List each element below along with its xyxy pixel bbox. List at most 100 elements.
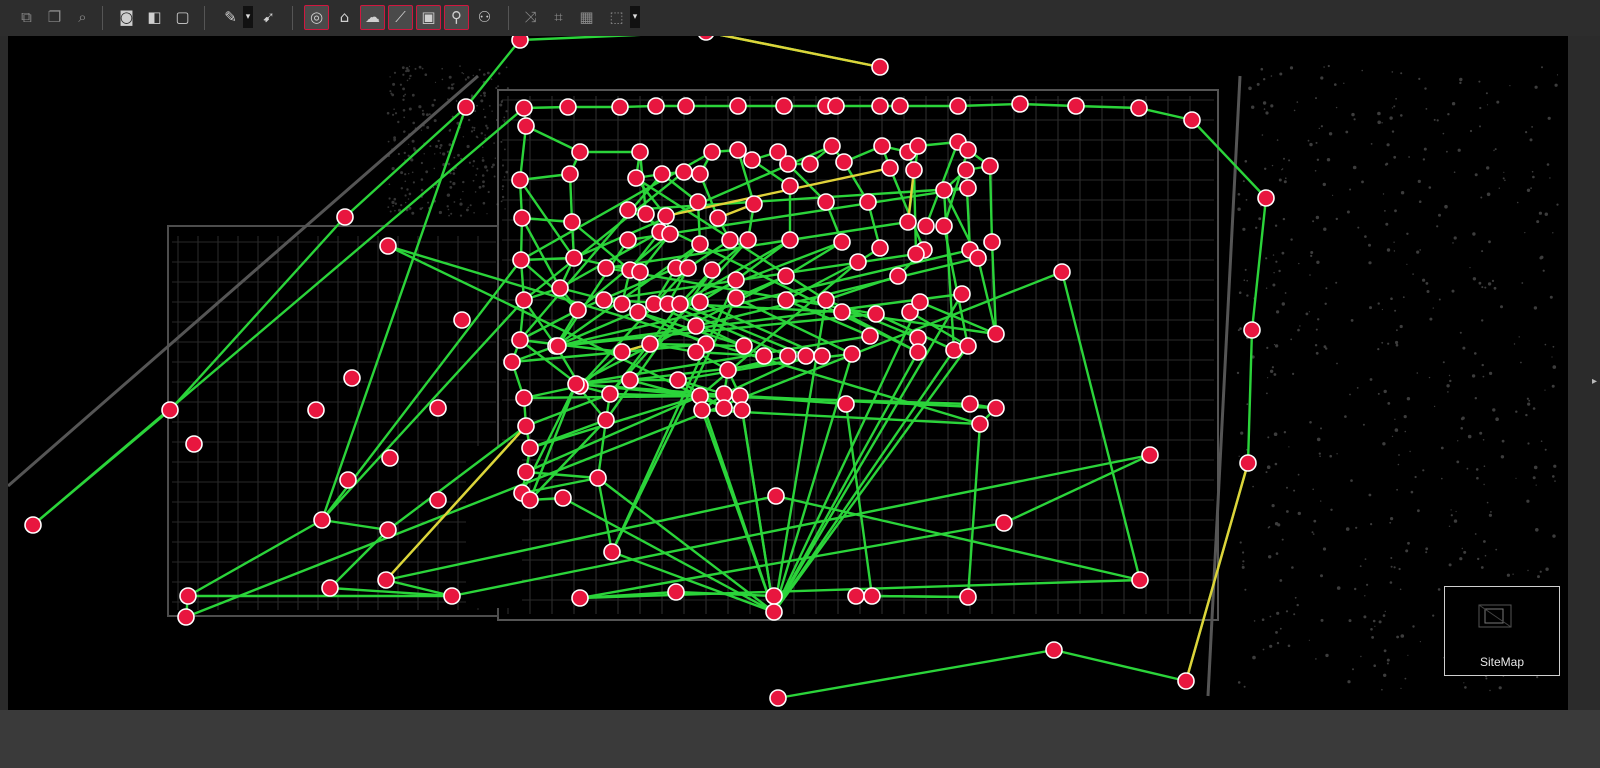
waypoint-node[interactable] [671, 295, 689, 313]
waypoint-node[interactable] [801, 155, 819, 173]
waypoint-node[interactable] [769, 689, 787, 707]
waypoint-node[interactable] [429, 399, 447, 417]
waypoint-node[interactable] [571, 143, 589, 161]
waypoint-node[interactable] [981, 157, 999, 175]
camera-button[interactable]: ◙ [114, 5, 139, 30]
waypoint-node[interactable] [551, 279, 569, 297]
waypoint-node[interactable] [1243, 321, 1261, 339]
waypoint-node[interactable] [715, 399, 733, 417]
waypoint-node[interactable] [679, 259, 697, 277]
waypoint-node[interactable] [889, 267, 907, 285]
waypoint-node[interactable] [1067, 97, 1085, 115]
waypoint-node[interactable] [503, 353, 521, 371]
waypoint-node[interactable] [935, 217, 953, 235]
selection-dropdown-caret[interactable]: ▾ [630, 6, 640, 28]
waypoint-node[interactable] [847, 587, 865, 605]
waypoint-node[interactable] [512, 251, 530, 269]
waypoint-node[interactable] [571, 589, 589, 607]
waypoint-node[interactable] [687, 343, 705, 361]
waypoint-node[interactable] [343, 369, 361, 387]
waypoint-node[interactable] [949, 97, 967, 115]
waypoint-node[interactable] [687, 317, 705, 335]
waypoint-node[interactable] [745, 195, 763, 213]
waypoint-node[interactable] [517, 417, 535, 435]
waypoint-node[interactable] [849, 253, 867, 271]
waypoint-node[interactable] [911, 293, 929, 311]
waypoint-node[interactable] [871, 97, 889, 115]
waypoint-node[interactable] [703, 143, 721, 161]
waypoint-node[interactable] [859, 193, 877, 211]
waypoint-node[interactable] [905, 161, 923, 179]
point-cloud-viewport[interactable]: SiteMap [8, 36, 1568, 710]
waypoint-node[interactable] [729, 97, 747, 115]
waypoint-node[interactable] [563, 213, 581, 231]
waypoint-node[interactable] [589, 469, 607, 487]
waypoint-node[interactable] [661, 225, 679, 243]
waypoint-node[interactable] [871, 239, 889, 257]
waypoint-node[interactable] [1131, 571, 1149, 589]
waypoint-node[interactable] [1257, 189, 1275, 207]
waypoint-node[interactable] [957, 161, 975, 179]
waypoint-node[interactable] [823, 137, 841, 155]
waypoint-node[interactable] [429, 491, 447, 509]
waypoint-node[interactable] [1141, 446, 1159, 464]
layers-button[interactable]: ❐ [42, 5, 67, 30]
waypoint-node[interactable] [177, 608, 195, 626]
waypoint-node[interactable] [627, 169, 645, 187]
waypoint-node[interactable] [735, 337, 753, 355]
waypoint-node[interactable] [561, 165, 579, 183]
waypoint-node[interactable] [907, 245, 925, 263]
crop-button[interactable]: ⌗ [546, 5, 571, 30]
waypoint-node[interactable] [719, 361, 737, 379]
waypoint-node[interactable] [567, 375, 585, 393]
waypoint-node[interactable] [959, 179, 977, 197]
waypoint-node[interactable] [953, 285, 971, 303]
waypoint-node[interactable] [379, 237, 397, 255]
waypoint-node[interactable] [521, 439, 539, 457]
waypoint-node[interactable] [983, 233, 1001, 251]
frame-button[interactable]: ▢ [170, 5, 195, 30]
waypoint-node[interactable] [631, 143, 649, 161]
sitemap-minimap[interactable]: SiteMap [1444, 586, 1560, 676]
waypoint-node[interactable] [777, 267, 795, 285]
waypoint-node[interactable] [1130, 99, 1148, 117]
waypoint-node[interactable] [631, 263, 649, 281]
waypoint-node[interactable] [867, 305, 885, 323]
waypoint-node[interactable] [871, 58, 889, 76]
waypoint-node[interactable] [515, 389, 533, 407]
waypoint-node[interactable] [691, 293, 709, 311]
measure-ruler-button[interactable]: ✎ [218, 5, 243, 30]
select-mode-button[interactable]: ⧉ [14, 5, 39, 30]
waypoint-node[interactable] [899, 213, 917, 231]
waypoint-node[interactable] [554, 489, 572, 507]
waypoint-node[interactable] [835, 153, 853, 171]
zoom-fit-button[interactable]: ⌕ [70, 5, 95, 30]
waypoint-node[interactable] [629, 303, 647, 321]
waypoint-node[interactable] [837, 395, 855, 413]
waypoint-node[interactable] [601, 385, 619, 403]
waypoint-node[interactable] [595, 291, 613, 309]
waypoint-node[interactable] [597, 259, 615, 277]
image-button[interactable]: ▣ [416, 5, 441, 30]
waypoint-node[interactable] [1045, 641, 1063, 659]
waypoint-node[interactable] [765, 603, 783, 621]
measure-dropdown-caret[interactable]: ▾ [243, 6, 253, 28]
waypoint-node[interactable] [987, 399, 1005, 417]
waypoint-node[interactable] [775, 97, 793, 115]
site-map-canvas[interactable] [8, 36, 1568, 710]
waypoint-node[interactable] [833, 233, 851, 251]
waypoint-node[interactable] [1177, 672, 1195, 690]
waypoint-node[interactable] [185, 435, 203, 453]
waypoint-node[interactable] [917, 217, 935, 235]
waypoint-node[interactable] [721, 231, 739, 249]
user-location-button[interactable]: ⚇ [472, 5, 497, 30]
waypoint-node[interactable] [669, 371, 687, 389]
waypoint-node[interactable] [843, 345, 861, 363]
waypoint-node[interactable] [961, 395, 979, 413]
waypoint-node[interactable] [817, 291, 835, 309]
waypoint-node[interactable] [739, 231, 757, 249]
waypoint-node[interactable] [515, 99, 533, 117]
waypoint-node[interactable] [881, 159, 899, 177]
waypoint-node[interactable] [379, 521, 397, 539]
waypoint-node[interactable] [813, 347, 831, 365]
